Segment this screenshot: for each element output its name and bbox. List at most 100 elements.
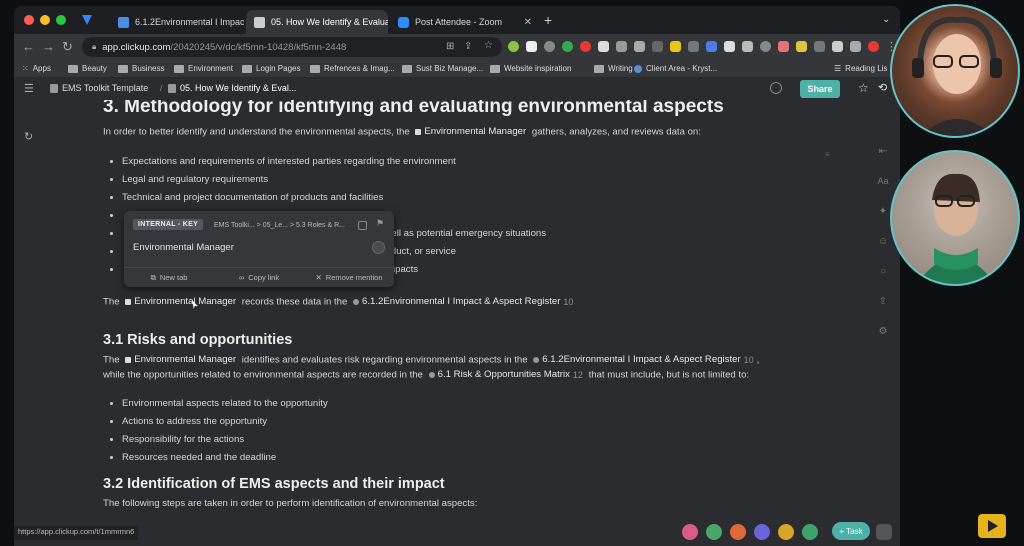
extension-icon[interactable]	[598, 41, 609, 52]
link-risk-matrix[interactable]: 6.1 Risk & Opportunities Matrix 12	[426, 369, 586, 380]
apps-grid-icon[interactable]	[876, 524, 892, 540]
collapse-sidebar-icon[interactable]: ⇤	[876, 146, 890, 157]
hamburger-menu-icon[interactable]: ☰	[24, 82, 34, 95]
export-icon[interactable]: ⇧	[876, 296, 890, 307]
share-page-icon[interactable]: ⇪	[464, 41, 472, 52]
window-controls	[24, 15, 66, 25]
settings-circle-icon[interactable]	[770, 82, 782, 94]
bookmark-client-area[interactable]: Client Area - Kryst...	[634, 64, 717, 73]
extension-icon[interactable]	[508, 41, 519, 52]
tab-search-chevron-icon[interactable]: ⌄	[882, 14, 890, 25]
tool-button[interactable]	[682, 524, 698, 540]
mention-environmental-manager[interactable]: Environmental Manager	[122, 296, 239, 307]
add-task-button[interactable]: + Task	[832, 522, 870, 540]
bookmark-folder[interactable]: Refrences & Imag...	[310, 64, 395, 73]
timer-icon[interactable]	[706, 524, 722, 540]
extension-icon[interactable]	[616, 41, 627, 52]
extension-icon[interactable]	[796, 41, 807, 52]
lock-icon: 🔒︎	[92, 42, 97, 51]
history-icon[interactable]: ⟲	[878, 81, 887, 94]
mention-target-name[interactable]: Environmental Manager	[133, 242, 234, 253]
address-bar[interactable]: 🔒︎ app.clickup.com/20420245/v/dc/kf5mn-1…	[82, 37, 502, 57]
doc-icon	[50, 84, 58, 93]
tool-button[interactable]	[778, 524, 794, 540]
bookmarks-bar: ⁙ Apps Beauty Business Environment Login …	[14, 60, 900, 78]
webcam-participant-1	[890, 4, 1020, 138]
copy-link-action[interactable]: ∞ Copy link	[214, 268, 304, 287]
install-icon[interactable]: ⊞	[446, 41, 454, 52]
close-window-button[interactable]	[24, 15, 34, 25]
mention-label: Environmental Manager	[134, 354, 237, 365]
bookmark-star-icon[interactable]: ☆	[484, 40, 493, 51]
bookmark-folder[interactable]: Login Pages	[242, 64, 300, 73]
extension-icon[interactable]	[760, 41, 771, 52]
favorite-star-icon[interactable]: ☆	[858, 81, 869, 95]
tool-button[interactable]	[730, 524, 746, 540]
extension-icon[interactable]	[832, 41, 843, 52]
tool-button[interactable]	[802, 524, 818, 540]
flag-icon[interactable]: ⚑	[376, 218, 384, 229]
folder-icon	[310, 64, 320, 73]
extension-icon[interactable]	[706, 41, 717, 52]
mention-environmental-manager[interactable]: Environmental Manager	[122, 354, 239, 365]
reload-icon[interactable]: ↻	[62, 39, 73, 55]
breadcrumb-current[interactable]: 05. How We Identify & Eval...	[180, 83, 296, 93]
new-tab-button[interactable]: +	[544, 12, 552, 28]
magic-icon[interactable]: ✦	[876, 206, 890, 217]
bookmark-folder[interactable]: Business	[118, 64, 164, 73]
mention-hover-card: INTERNAL - KEY EMS Toolki... > 05_Le... …	[124, 211, 394, 287]
extension-icon[interactable]	[634, 41, 645, 52]
share-button[interactable]: Share	[800, 80, 840, 98]
extension-icon[interactable]	[526, 41, 537, 52]
close-tab-icon[interactable]: ✕	[524, 17, 532, 28]
doc-icon	[168, 84, 176, 93]
section-heading-3-1: 3.1 Risks and opportunities	[103, 332, 293, 348]
pinned-tab-icon[interactable]	[82, 15, 92, 25]
extension-icon[interactable]	[742, 41, 753, 52]
typography-icon[interactable]: Aa	[876, 176, 890, 186]
bookmark-folder[interactable]: Writing	[594, 64, 633, 73]
doc-outline-icon[interactable]: ↻	[24, 130, 33, 143]
tab-how-we-identify[interactable]: 05. How We Identify & Evaluat ✕	[246, 10, 388, 34]
new-tab-action[interactable]: ⧉ New tab	[124, 268, 214, 287]
minimize-window-button[interactable]	[40, 15, 50, 25]
list-item: Environmental aspects related to the opp…	[110, 398, 328, 409]
back-icon[interactable]: ←	[22, 39, 35, 54]
extension-icon[interactable]	[580, 41, 591, 52]
puzzle-extensions-icon[interactable]	[850, 41, 861, 52]
extension-icon[interactable]	[562, 41, 573, 52]
maximize-window-button[interactable]	[56, 15, 66, 25]
forward-icon[interactable]: →	[42, 39, 55, 54]
extension-icon[interactable]	[778, 41, 789, 52]
link-impact-register[interactable]: 6.1.2Environmental I Impact & Aspect Reg…	[350, 296, 576, 307]
extension-icon[interactable]	[724, 41, 735, 52]
tab-impact-register[interactable]: 6.1.2Environmental I Impact & ✕	[110, 10, 244, 34]
assignee-avatar[interactable]	[372, 241, 385, 254]
expand-icon[interactable]	[358, 221, 367, 230]
search-icon[interactable]: ○	[876, 266, 890, 277]
reading-list[interactable]: ☰ Reading Lis	[834, 64, 887, 73]
profile-avatar[interactable]	[868, 41, 879, 52]
gear-icon[interactable]: ⚙	[876, 326, 890, 337]
extension-icon[interactable]	[544, 41, 555, 52]
bookmark-folder[interactable]: Website inspiration	[490, 64, 571, 73]
tool-button[interactable]	[754, 524, 770, 540]
extension-icon[interactable]	[814, 41, 825, 52]
mention-environmental-manager[interactable]: Environmental Manager	[412, 126, 529, 137]
extension-icon[interactable]	[688, 41, 699, 52]
extension-icon[interactable]	[652, 41, 663, 52]
bookmark-apps[interactable]: ⁙ Apps	[22, 64, 51, 73]
comment-icon[interactable]: ≡	[825, 150, 830, 159]
breadcrumb-parent[interactable]: EMS Toolkit Template	[62, 83, 148, 93]
bookmark-folder[interactable]: Beauty	[68, 64, 107, 73]
link-impact-register[interactable]: 6.1.2Environmental I Impact & Aspect Reg…	[530, 354, 756, 365]
people-icon[interactable]: ☺	[876, 236, 890, 247]
location-path[interactable]: EMS Toolki... > 05_Le... > 5.3 Roles & R…	[214, 222, 345, 229]
bookmark-folder[interactable]: Environment	[174, 64, 233, 73]
tab-zoom[interactable]: Post Attendee - Zoom ✕	[390, 10, 540, 34]
mention-label: Environmental Manager	[424, 126, 527, 137]
url-host: app.clickup.com	[102, 41, 171, 53]
extension-icon[interactable]	[670, 41, 681, 52]
remove-mention-action[interactable]: ✕ Remove mention	[304, 268, 394, 287]
bookmark-folder[interactable]: Sust Biz Manage...	[402, 64, 483, 73]
